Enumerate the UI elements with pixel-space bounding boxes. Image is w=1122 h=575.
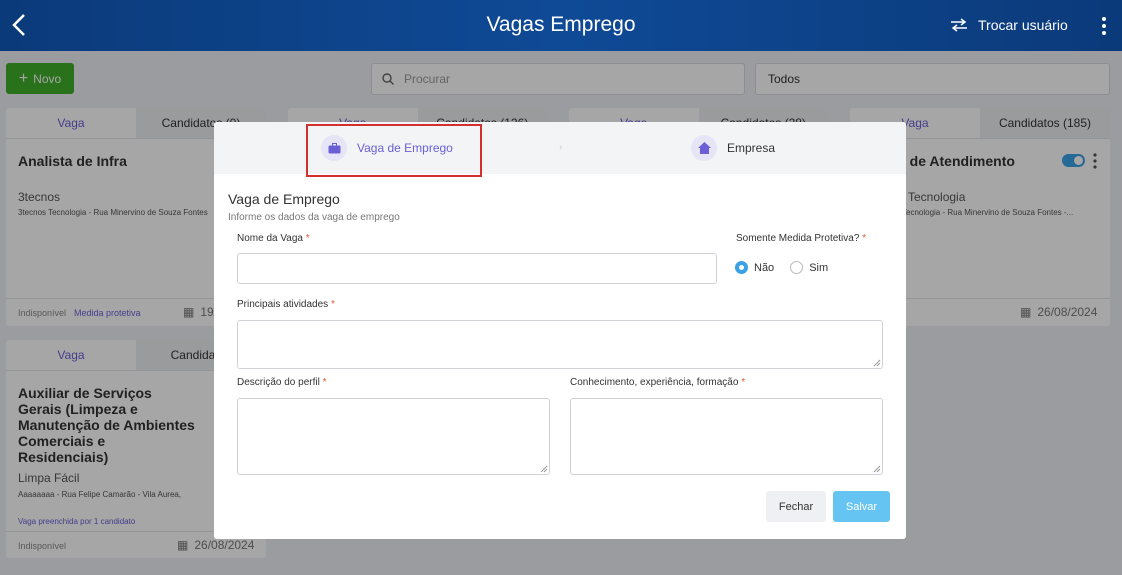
- home-icon: [691, 135, 717, 161]
- job-form-modal: Vaga de Emprego › Empresa Vaga de Empreg…: [214, 122, 906, 539]
- atividades-textarea[interactable]: [237, 320, 883, 369]
- section-title: Vaga de Emprego: [228, 191, 340, 207]
- perfil-textarea[interactable]: [237, 398, 550, 475]
- resize-handle-icon[interactable]: [540, 465, 548, 473]
- section-subtitle: Informe os dados da vaga de emprego: [228, 212, 400, 223]
- swap-icon: [951, 18, 967, 32]
- more-options-icon[interactable]: [1098, 16, 1110, 36]
- conhecimento-textarea[interactable]: [570, 398, 883, 475]
- medida-label: Somente Medida Protetiva? *: [736, 233, 867, 244]
- radio-sim-label: Sim: [809, 261, 829, 274]
- nome-input[interactable]: [237, 253, 717, 284]
- step-empresa-label: Empresa: [727, 141, 776, 155]
- app-header: Vagas Emprego Trocar usuário: [0, 0, 1122, 51]
- radio-nao[interactable]: [735, 261, 748, 274]
- switch-user-button[interactable]: Trocar usuário: [950, 17, 1068, 33]
- save-button[interactable]: Salvar: [833, 491, 890, 522]
- resize-handle-icon[interactable]: [873, 465, 881, 473]
- atividades-label: Principais atividades *: [237, 299, 335, 310]
- perfil-label: Descrição do perfil *: [237, 377, 327, 388]
- close-button[interactable]: Fechar: [766, 491, 826, 522]
- medida-radio-group: Não Sim: [735, 261, 828, 274]
- step-highlight-box: [306, 124, 482, 177]
- chevron-right-icon: ›: [559, 142, 563, 153]
- radio-nao-label: Não: [754, 261, 775, 274]
- conhecimento-label: Conhecimento, experiência, formação *: [570, 377, 746, 388]
- radio-sim[interactable]: [790, 261, 804, 274]
- nome-label: Nome da Vaga *: [237, 233, 310, 244]
- resize-handle-icon[interactable]: [873, 359, 881, 367]
- step-empresa[interactable]: Empresa: [691, 135, 775, 161]
- switch-user-label: Trocar usuário: [978, 17, 1068, 33]
